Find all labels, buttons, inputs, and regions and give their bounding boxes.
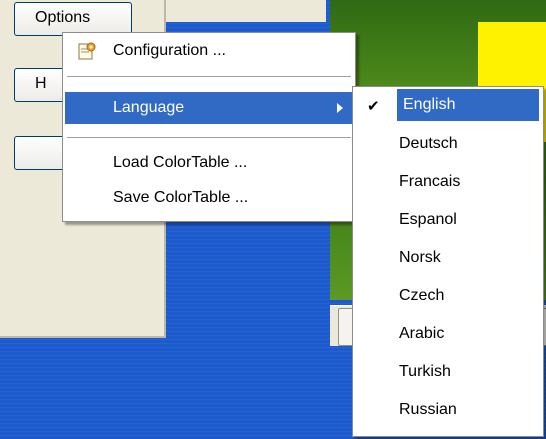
language-label: Czech (399, 287, 445, 304)
language-item-turkish[interactable]: Turkish (355, 356, 541, 388)
menu-item-configuration[interactable]: Configuration ... (65, 35, 353, 67)
language-item-russian[interactable]: Russian (355, 394, 541, 426)
menu-item-load-colortable[interactable]: Load ColorTable ... (65, 147, 353, 179)
menu-item-label: Configuration ... (113, 42, 226, 59)
second-button-label: H (35, 75, 47, 92)
menu-item-label: Load ColorTable ... (113, 154, 248, 171)
language-item-arabic[interactable]: Arabic (355, 318, 541, 350)
language-label: Arabic (399, 325, 445, 342)
language-label: Norsk (399, 249, 441, 266)
menu-item-language[interactable]: Language (65, 92, 353, 124)
submenu-arrow-icon (337, 103, 343, 113)
options-button[interactable]: Options (14, 2, 132, 36)
top-strip (166, 0, 326, 22)
menu-separator (67, 137, 351, 138)
language-label: English (397, 89, 539, 121)
menu-separator (67, 76, 351, 77)
language-label: Russian (399, 401, 457, 418)
language-item-espanol[interactable]: Espanol (355, 204, 541, 236)
options-button-label: Options (35, 9, 91, 26)
configuration-icon (77, 41, 97, 61)
language-submenu: ✔ English Deutsch Francais Espanol Norsk… (352, 86, 544, 437)
menu-item-save-colortable[interactable]: Save ColorTable ... (65, 182, 353, 214)
language-item-francais[interactable]: Francais (355, 166, 541, 198)
language-item-english[interactable]: ✔ English (357, 89, 539, 121)
language-label: Turkish (399, 363, 451, 380)
language-label: Deutsch (399, 135, 458, 152)
checkmark-icon: ✔ (367, 98, 380, 115)
language-label: Espanol (399, 211, 457, 228)
language-item-norsk[interactable]: Norsk (355, 242, 541, 274)
options-menu: Configuration ... Language Load ColorTab… (62, 32, 356, 222)
menu-item-label: Language (113, 99, 185, 116)
language-item-czech[interactable]: Czech (355, 280, 541, 312)
language-label: Francais (399, 173, 461, 190)
language-item-deutsch[interactable]: Deutsch (355, 128, 541, 160)
menu-item-label: Save ColorTable ... (113, 189, 249, 206)
